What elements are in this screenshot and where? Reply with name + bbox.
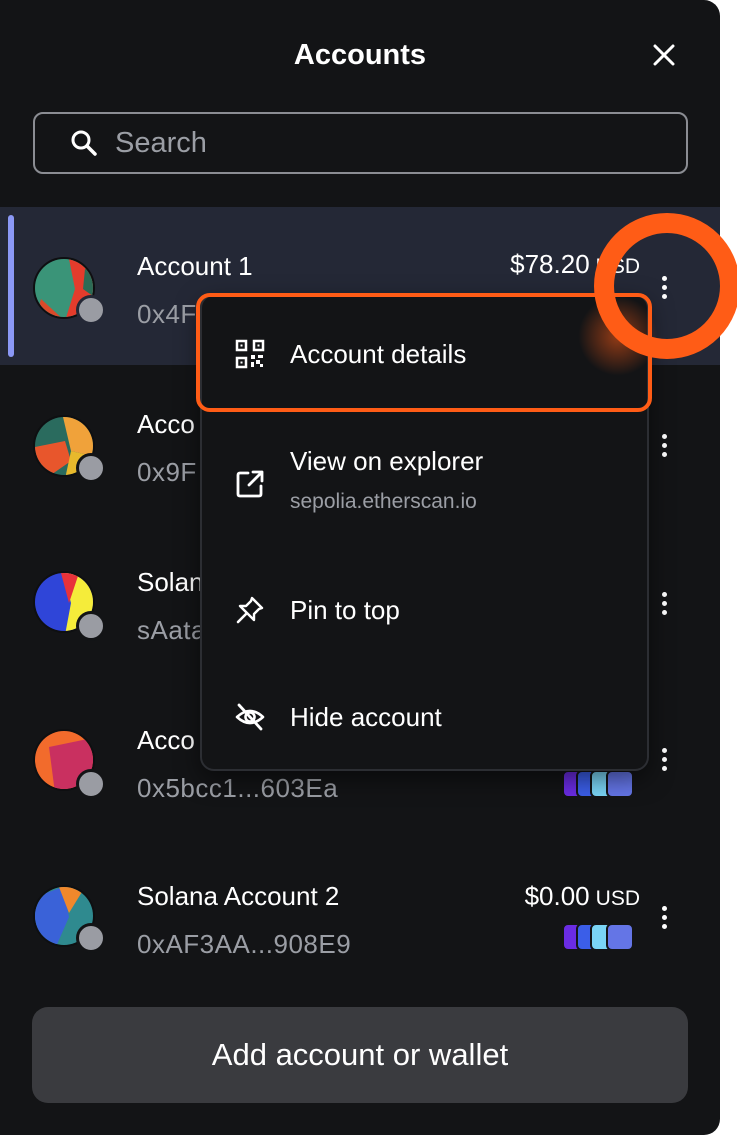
menu-item-label: View on explorer [290,446,484,476]
add-account-button[interactable]: Add account or wallet [32,1007,688,1103]
account-address: 0x9F [137,457,197,487]
pin-icon [236,596,264,624]
account-name: Solana Account 2 [137,881,340,911]
network-badge [76,295,106,325]
ethereum-icon [606,923,634,951]
menu-item-label: Pin to top [290,595,400,625]
account-address: 0xAF3AA...908E9 [137,929,352,959]
network-badge [76,769,106,799]
account-name: Account 1 [137,251,253,281]
account-address: 0x5bcc1...603Ea [137,773,339,803]
search-input[interactable] [115,126,635,160]
account-options-button[interactable] [650,583,678,623]
menu-item-view-on-explorer[interactable]: View on explorer sepolia.etherscan.io [202,416,647,556]
menu-item-label: Account details [290,339,467,369]
account-name: Acco [137,725,195,755]
page-title: Accounts [293,39,427,71]
close-button[interactable] [648,39,680,71]
network-badge [76,923,106,953]
network-badge [76,453,106,483]
account-options-button[interactable] [650,267,678,307]
balance-currency: USD [595,255,640,278]
account-options-button[interactable] [650,425,678,465]
accounts-modal: Accounts Account 1 0x4F $78.20USD [0,0,720,1135]
external-link-icon [236,470,264,498]
ethereum-icon [606,770,634,798]
account-balance: $0.00 USD [525,879,640,916]
selected-indicator [8,215,14,357]
menu-item-label: Hide account [290,702,442,732]
account-name: Acco [137,409,195,439]
network-icons [562,770,642,800]
close-icon [653,44,675,66]
balance-currency: USD [595,887,640,910]
network-icons [562,923,642,953]
search-field[interactable] [33,112,688,174]
menu-item-account-details[interactable]: Account details [202,296,647,412]
account-options-button[interactable] [650,739,678,779]
account-context-menu: Account details View on explorer sepolia… [200,294,649,771]
menu-item-pin-to-top[interactable]: Pin to top [202,560,647,660]
eye-off-icon [235,703,265,731]
qr-code-icon [235,339,265,369]
account-balance: $78.20 USD [510,247,640,284]
account-row-5[interactable]: Solana Account 2 0xAF3AA...908E9 $0.00 US… [0,839,720,997]
account-address: sAata [137,615,206,645]
account-options-button[interactable] [650,897,678,937]
network-badge [76,611,106,641]
balance-value: $0.00 [524,881,590,911]
menu-item-hide-account[interactable]: Hide account [202,664,647,769]
explorer-url: sepolia.etherscan.io [290,490,477,513]
account-address: 0x4F [137,299,197,329]
account-name: Solan [137,567,204,597]
search-icon [71,130,97,156]
balance-value: $78.20 [510,249,590,279]
